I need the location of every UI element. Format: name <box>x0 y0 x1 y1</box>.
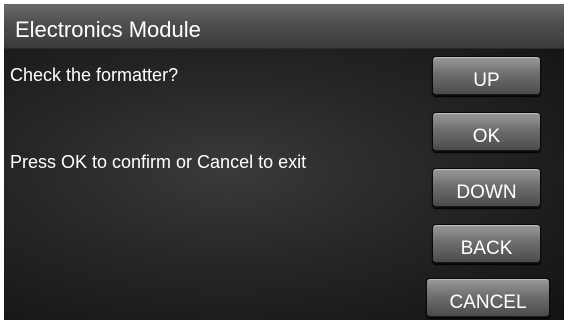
control-panel-screen: Electronics Module Check the formatter? … <box>4 4 564 320</box>
page-title: Electronics Module <box>15 17 201 42</box>
ok-button[interactable]: OK <box>432 112 541 152</box>
back-button-label: BACK <box>460 238 513 259</box>
cancel-button[interactable]: CANCEL <box>426 278 550 318</box>
dialog-content: Check the formatter? Press OK to confirm… <box>4 49 564 320</box>
up-button-label: UP <box>473 70 500 91</box>
instruction-text: Press OK to confirm or Cancel to exit <box>10 152 307 172</box>
down-button[interactable]: DOWN <box>432 168 541 208</box>
down-button-label: DOWN <box>456 182 517 203</box>
back-button[interactable]: BACK <box>432 224 541 264</box>
confirmation-question: Check the formatter? <box>10 65 179 85</box>
cancel-button-label: CANCEL <box>449 292 527 313</box>
title-bar: Electronics Module <box>4 4 564 49</box>
ok-button-label: OK <box>472 126 501 147</box>
up-button[interactable]: UP <box>432 56 541 96</box>
